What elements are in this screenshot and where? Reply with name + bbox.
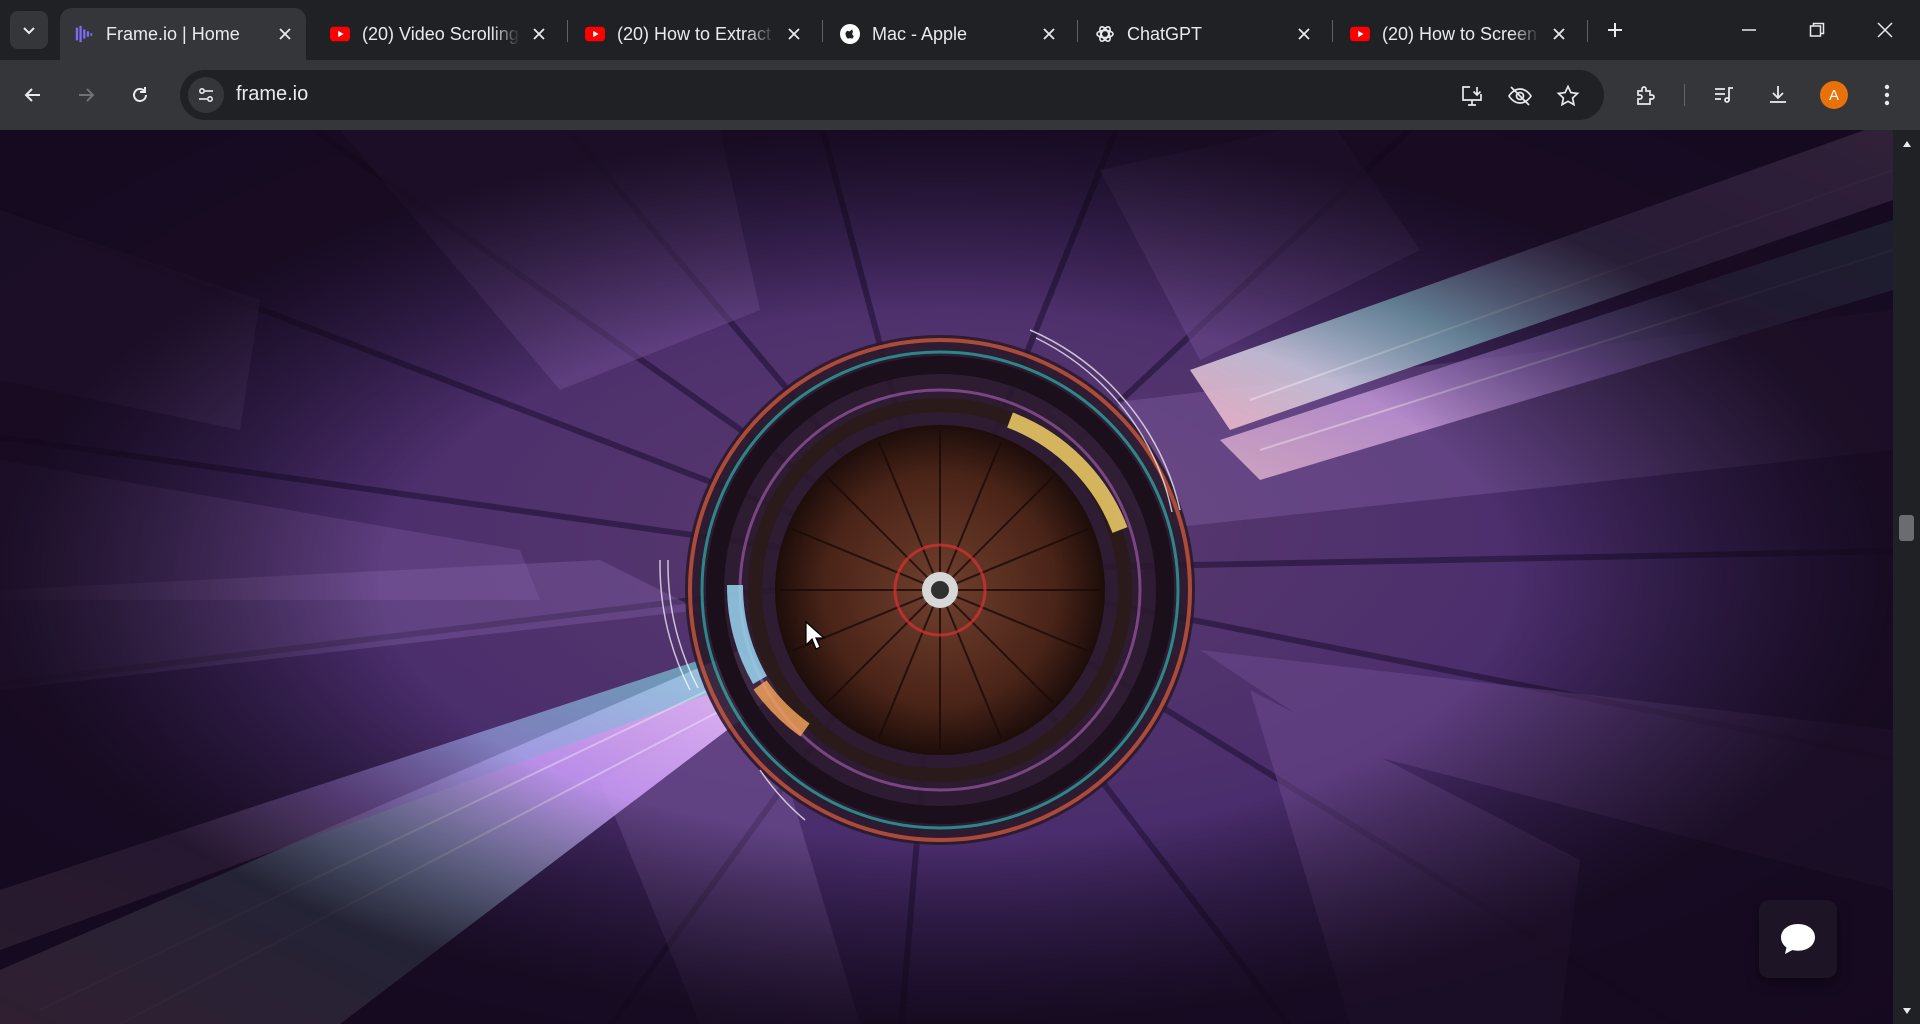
chatgpt-icon <box>1095 24 1115 44</box>
address-bar[interactable]: frame.io <box>180 70 1604 120</box>
install-app-button[interactable] <box>1458 82 1486 110</box>
scroll-down-arrow[interactable] <box>1899 1003 1914 1018</box>
close-icon <box>1877 22 1893 38</box>
tab-separator <box>1587 20 1588 42</box>
tab-title: (20) How to Screen <box>1382 23 1538 44</box>
close-tab-icon[interactable] <box>274 23 296 45</box>
tab-youtube-video-scrolling[interactable]: (20) Video Scrolling <box>316 8 560 60</box>
tab-separator <box>567 20 568 42</box>
url-text: frame.io <box>236 83 309 105</box>
install-desktop-icon <box>1462 86 1482 106</box>
toolbar-separator <box>1684 84 1685 106</box>
star-icon <box>1556 84 1580 107</box>
page-content <box>0 130 1893 1024</box>
tab-title: ChatGPT <box>1127 23 1203 44</box>
restore-icon <box>1809 22 1825 37</box>
media-controls-button[interactable] <box>1706 77 1742 113</box>
reload-button[interactable] <box>121 76 159 114</box>
minimize-window-button[interactable] <box>1716 0 1782 60</box>
tab-title: (20) How to Extract <box>617 23 772 44</box>
reload-icon <box>133 87 147 102</box>
close-window-button[interactable] <box>1852 0 1918 60</box>
tab-youtube-how-to-extract[interactable]: (20) How to Extract <box>571 8 815 60</box>
close-tab-icon[interactable] <box>1548 23 1570 45</box>
tune-icon <box>198 87 214 103</box>
back-button[interactable] <box>14 76 52 114</box>
browser-toolbar: frame.io A <box>0 60 1920 130</box>
plus-icon <box>1608 23 1622 37</box>
chevron-down-icon <box>23 27 35 35</box>
tracking-protection-button[interactable] <box>1506 82 1534 110</box>
tab-youtube-how-to-screen[interactable]: (20) How to Screen <box>1336 8 1580 60</box>
close-tab-icon[interactable] <box>1293 23 1315 45</box>
apple-icon <box>840 24 860 44</box>
browser-menu-button[interactable] <box>1869 77 1905 113</box>
frameio-logo-icon <box>74 24 94 44</box>
scrollbar-thumb[interactable] <box>1899 515 1914 541</box>
arrow-right-icon <box>79 88 95 102</box>
tab-search-button[interactable] <box>10 11 48 49</box>
downloads-button[interactable] <box>1760 77 1796 113</box>
youtube-icon <box>330 24 350 44</box>
tab-separator <box>822 20 823 42</box>
new-tab-button[interactable] <box>1598 13 1632 47</box>
eye-off-icon <box>1508 86 1532 106</box>
minimize-icon <box>1742 29 1756 31</box>
tab-separator <box>1332 20 1333 42</box>
restore-window-button[interactable] <box>1784 0 1850 60</box>
youtube-icon <box>1350 24 1370 44</box>
arrow-left-icon <box>24 88 40 102</box>
scroll-up-arrow[interactable] <box>1899 136 1914 151</box>
tab-chatgpt[interactable]: ChatGPT <box>1081 8 1325 60</box>
chat-bubble-icon <box>1781 924 1815 954</box>
chat-widget-button[interactable] <box>1759 900 1837 978</box>
download-icon <box>1770 86 1786 103</box>
more-vertical-icon <box>1884 84 1890 106</box>
tab-separator <box>1077 20 1078 42</box>
page-scrollbar[interactable] <box>1893 130 1920 1024</box>
tab-strip: Frame.io | Home (20) Video Scrolling (20… <box>0 0 1920 60</box>
extensions-button[interactable] <box>1628 77 1664 113</box>
tab-title: Frame.io | Home <box>106 23 240 44</box>
forward-button[interactable] <box>67 76 105 114</box>
site-info-button[interactable] <box>188 77 224 113</box>
tab-title: Mac - Apple <box>872 23 968 44</box>
tab-frameio[interactable]: Frame.io | Home <box>60 8 306 60</box>
queue-music-icon <box>1715 87 1733 103</box>
youtube-icon <box>585 24 605 44</box>
puzzle-icon <box>1637 86 1655 105</box>
tab-title: (20) Video Scrolling <box>362 23 519 44</box>
mouse-cursor-icon <box>805 621 825 650</box>
close-tab-icon[interactable] <box>1038 23 1060 45</box>
close-tab-icon[interactable] <box>528 23 550 45</box>
hero-video[interactable] <box>0 130 1893 1024</box>
profile-avatar[interactable]: A <box>1820 81 1848 109</box>
tab-mac-apple[interactable]: Mac - Apple <box>826 8 1070 60</box>
close-tab-icon[interactable] <box>783 23 805 45</box>
bookmark-button[interactable] <box>1554 82 1582 110</box>
